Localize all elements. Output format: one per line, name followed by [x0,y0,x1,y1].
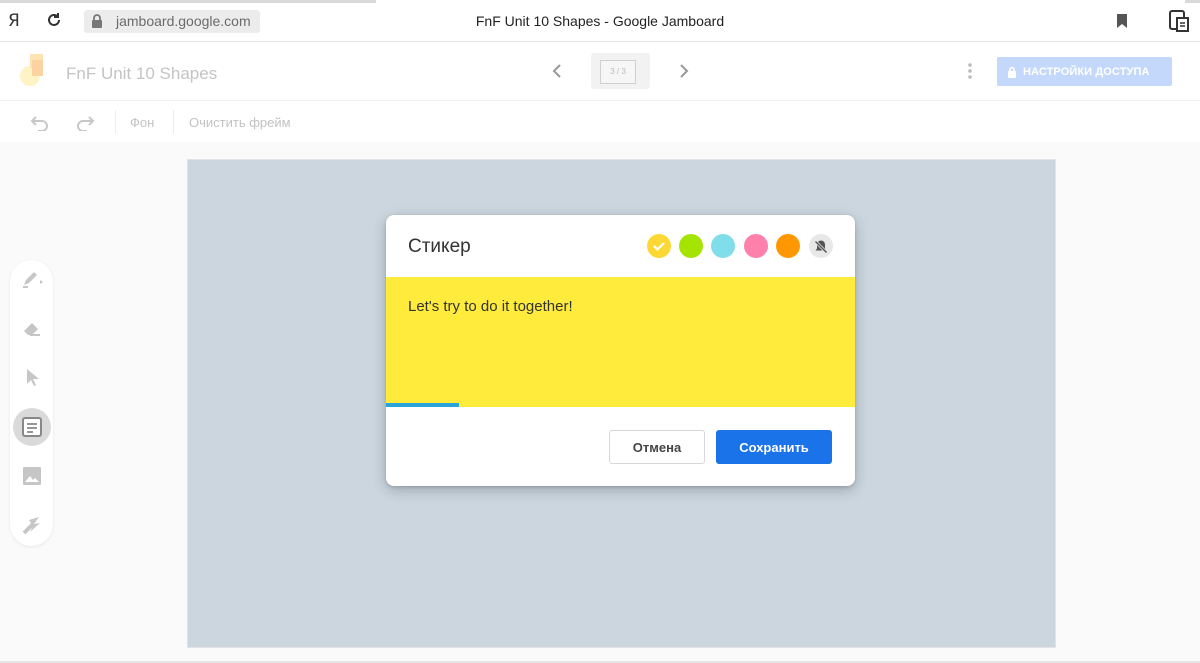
toolbar-divider [115,110,116,134]
jamboard-logo-icon[interactable] [19,52,47,88]
select-tool[interactable] [17,362,47,392]
color-swatch-yellow[interactable] [647,234,671,258]
pen-icon [23,272,43,288]
save-button[interactable]: Сохранить [716,430,832,464]
pointer-icon [27,369,39,386]
color-swatch-orange[interactable] [776,234,800,258]
sticky-note-tool[interactable] [17,412,47,442]
eraser-icon [24,323,40,336]
browser-tab-strip [0,0,1200,3]
check-icon [653,242,665,252]
laser-icon [22,517,40,535]
image-icon [23,467,41,485]
page-title: FnF Unit 10 Shapes - Google Jamboard [475,13,725,29]
eraser-tool[interactable] [17,313,47,343]
share-settings-label: НАСТРОЙКИ ДОСТУПА [1023,65,1150,78]
image-tool[interactable] [17,461,47,491]
clear-frame-button[interactable]: Очистить фрейм [189,115,291,130]
frame-counter: 3 / 3 [600,60,636,84]
laser-tool[interactable] [17,510,47,540]
previous-frame-icon[interactable] [549,61,565,81]
background-button[interactable]: Фон [130,115,154,130]
share-settings-button[interactable]: НАСТРОЙКИ ДОСТУПА [997,57,1172,86]
sticky-note-text[interactable]: Let's try to do it together! [408,298,573,315]
cancel-button[interactable]: Отмена [609,430,705,464]
color-swatch-blue[interactable] [711,234,735,258]
color-swatch-pink[interactable] [744,234,768,258]
bookmark-icon[interactable] [1116,13,1128,29]
lock-icon [1008,66,1016,78]
progress-bar [386,403,459,407]
pen-tool[interactable] [17,264,47,294]
sticky-note-editor[interactable] [386,277,855,407]
sticky-note-dialog: Стикер Let's try to do it together! Отме… [386,215,855,486]
no-color-icon [814,240,828,254]
next-frame-icon[interactable] [676,61,692,81]
more-options-icon[interactable] [962,61,978,81]
sticky-note-icon [22,417,42,437]
toolbar-divider [173,110,174,134]
color-swatch-green[interactable] [679,234,703,258]
redo-icon[interactable] [75,113,95,132]
tablet-mode-icon[interactable] [1168,9,1190,33]
toolbar [0,102,1200,142]
mute-color-button[interactable] [809,234,833,258]
tool-rail [10,260,53,546]
undo-icon[interactable] [30,113,50,132]
document-title[interactable]: FnF Unit 10 Shapes [66,64,217,84]
dialog-title: Стикер [408,236,471,257]
